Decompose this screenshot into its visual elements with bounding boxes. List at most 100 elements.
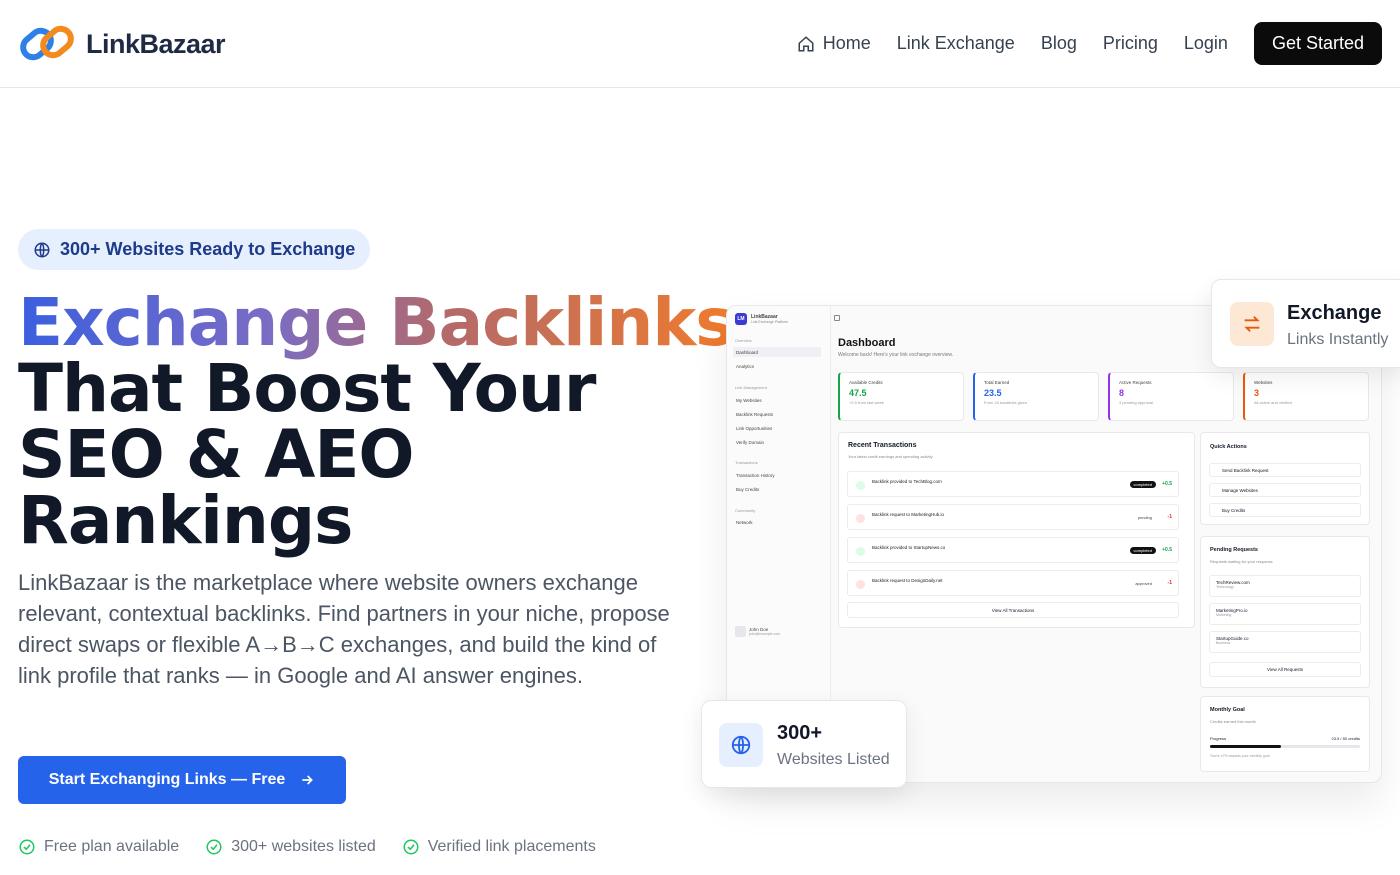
nav-link-exchange[interactable]: Link Exchange	[897, 33, 1015, 54]
recent-title: Recent Transactions	[848, 442, 917, 449]
menu-link-opps[interactable]: Link Opportunities	[733, 423, 821, 433]
websites-float-card: 300+ Websites Listed	[701, 700, 907, 788]
globe-icon	[34, 242, 50, 257]
stat-label: Available Credits	[849, 380, 883, 385]
transaction-row[interactable]: Backlink provided to StartupNews.co comp…	[847, 537, 1179, 563]
nav-login[interactable]: Login	[1184, 33, 1228, 54]
pending-cat: Business	[1216, 641, 1231, 645]
pending-sub: Requests waiting for your response	[1210, 559, 1273, 564]
section-community: Community	[735, 508, 756, 513]
transaction-row[interactable]: Backlink request to DesignDaily.net appr…	[847, 570, 1179, 596]
headline-line-2: SEO & AEO	[18, 416, 415, 493]
section-overview: Overview	[735, 338, 752, 343]
transaction-row[interactable]: Backlink provided to TechBlog.com comple…	[847, 471, 1179, 497]
hero-lead: LinkBazaar is the marketplace where webs…	[18, 570, 670, 688]
nav-home[interactable]: Home	[797, 33, 871, 54]
menu-dashboard[interactable]: Dashboard	[733, 347, 821, 357]
stat-label: Websites	[1254, 380, 1273, 385]
preview-brand-sub: Link Exchange Platform	[751, 320, 788, 324]
menu-backlink-requests[interactable]: Backlink Requests	[733, 409, 821, 419]
arrow-right-icon	[302, 775, 314, 785]
goal-progress-track	[1210, 745, 1360, 748]
menu-tx-history[interactable]: Transaction History	[733, 470, 821, 480]
start-exchanging-button[interactable]: Start Exchanging Links — Free	[18, 756, 346, 804]
stat-label: Total Earned	[984, 380, 1010, 385]
menu-verify-domain[interactable]: Verify Domain	[733, 437, 821, 447]
view-all-requests-button[interactable]: View All Requests	[1209, 662, 1361, 677]
get-started-button[interactable]: Get Started	[1253, 22, 1382, 65]
pending-item[interactable]: StartupGuide.co Business	[1209, 631, 1361, 653]
tx-text: Backlink request to DesignDaily.net	[872, 578, 943, 583]
menu-buy-credits[interactable]: Buy Credits	[733, 484, 821, 494]
monthly-goal-card: Monthly Goal Credits earned this month P…	[1200, 696, 1370, 772]
exchange-title: Exchange	[1287, 302, 1382, 324]
hero-headline: Exchange Backlinks That Boost Your SEO &…	[18, 290, 735, 554]
quick-action-manage[interactable]: Manage Websites	[1209, 483, 1361, 497]
chain-link-logo-icon	[18, 20, 78, 68]
quick-actions-card: Quick Actions Send Backlink Request Mana…	[1200, 432, 1370, 525]
check-circle-icon	[403, 839, 419, 855]
stat-value: 8	[1119, 388, 1125, 398]
user-email: john@example.com	[749, 632, 780, 636]
recent-sub: Your latest credit earnings and spending…	[848, 454, 933, 459]
tx-amount: +0.5	[1162, 481, 1172, 487]
goal-progress-label: Progress	[1210, 736, 1227, 741]
feature-checks: Free plan available 300+ websites listed…	[18, 838, 596, 856]
goal-progress-value: 23.5 / 50 credits	[1331, 736, 1360, 741]
exchange-float-card: Exchange Links Instantly	[1211, 279, 1400, 368]
menu-network[interactable]: Network	[733, 517, 821, 527]
tx-status: completed	[1129, 481, 1156, 488]
brand-name: LinkBazaar	[86, 28, 226, 59]
preview-logo-icon: LM	[735, 313, 747, 325]
menu-my-websites[interactable]: My Websites	[733, 395, 821, 405]
nav-home-label: Home	[822, 33, 871, 53]
websites-count: 300+	[777, 722, 823, 744]
headline-line-1: That Boost Your	[18, 350, 596, 427]
pending-title: Pending Requests	[1210, 547, 1258, 553]
preview-main: Dashboard Welcome back! Here's your link…	[832, 306, 1381, 782]
menu-analytics[interactable]: Analytics	[733, 361, 821, 371]
spend-icon	[856, 514, 865, 523]
preview-user[interactable]: John Doe john@example.com	[735, 626, 780, 637]
hero-badge-text: 300+ Websites Ready to Exchange	[60, 239, 356, 259]
preview-brand: LM LinkBazaar Link Exchange Platform	[735, 313, 788, 325]
pending-cat: Technology	[1216, 585, 1234, 589]
tx-status: completed	[1129, 547, 1156, 554]
check-item: 300+ websites listed	[205, 838, 376, 856]
view-all-transactions-button[interactable]: View All Transactions	[847, 602, 1179, 618]
check-label: Verified link placements	[427, 838, 596, 855]
check-circle-icon	[19, 839, 35, 855]
stat-sub: From 24 backlinks given	[984, 400, 1028, 405]
section-transactions: Transactions	[735, 460, 758, 465]
logo[interactable]: LinkBazaar	[18, 20, 226, 68]
spend-icon	[856, 580, 865, 589]
nav-blog[interactable]: Blog	[1041, 33, 1077, 54]
stat-value: 47.5	[849, 388, 867, 398]
stat-sub: 3 pending approval	[1119, 400, 1154, 405]
check-label: 300+ websites listed	[231, 838, 376, 855]
quick-action-buy[interactable]: Buy Credits	[1209, 503, 1361, 517]
tx-status: approved	[1135, 581, 1152, 586]
transaction-row[interactable]: Backlink request to MarketingHub.io pend…	[847, 504, 1179, 530]
earn-icon	[856, 481, 865, 490]
stat-value: 3	[1254, 388, 1260, 398]
pending-requests-card: Pending Requests Requests waiting for yo…	[1200, 536, 1370, 688]
quick-action-send[interactable]: Send Backlink Request	[1209, 463, 1361, 477]
check-label: Free plan available	[44, 838, 180, 855]
stat-card: Available Credits 47.5 +2.5 from last we…	[838, 372, 964, 421]
home-icon	[798, 35, 814, 51]
preview-title: Dashboard	[838, 337, 896, 349]
stat-sub: All active and verified	[1254, 400, 1292, 405]
tx-text: Backlink provided to TechBlog.com	[872, 479, 942, 484]
tx-text: Backlink provided to StartupNews.co	[872, 545, 946, 550]
pending-item[interactable]: MarketingPro.io Marketing	[1209, 603, 1361, 625]
check-item: Verified link placements	[402, 838, 596, 856]
recent-transactions-card: Recent Transactions Your latest credit e…	[838, 432, 1195, 628]
stat-card: Total Earned 23.5 From 24 backlinks give…	[973, 372, 1099, 421]
hero-badge: 300+ Websites Ready to Exchange	[18, 229, 371, 270]
pending-item[interactable]: TechReview.com Technology	[1209, 575, 1361, 597]
sidebar-toggle-icon[interactable]	[834, 315, 840, 321]
websites-label: Websites Listed	[777, 751, 890, 768]
preview-subtitle: Welcome back! Here's your link exchange …	[838, 352, 954, 358]
nav-pricing[interactable]: Pricing	[1103, 33, 1158, 54]
